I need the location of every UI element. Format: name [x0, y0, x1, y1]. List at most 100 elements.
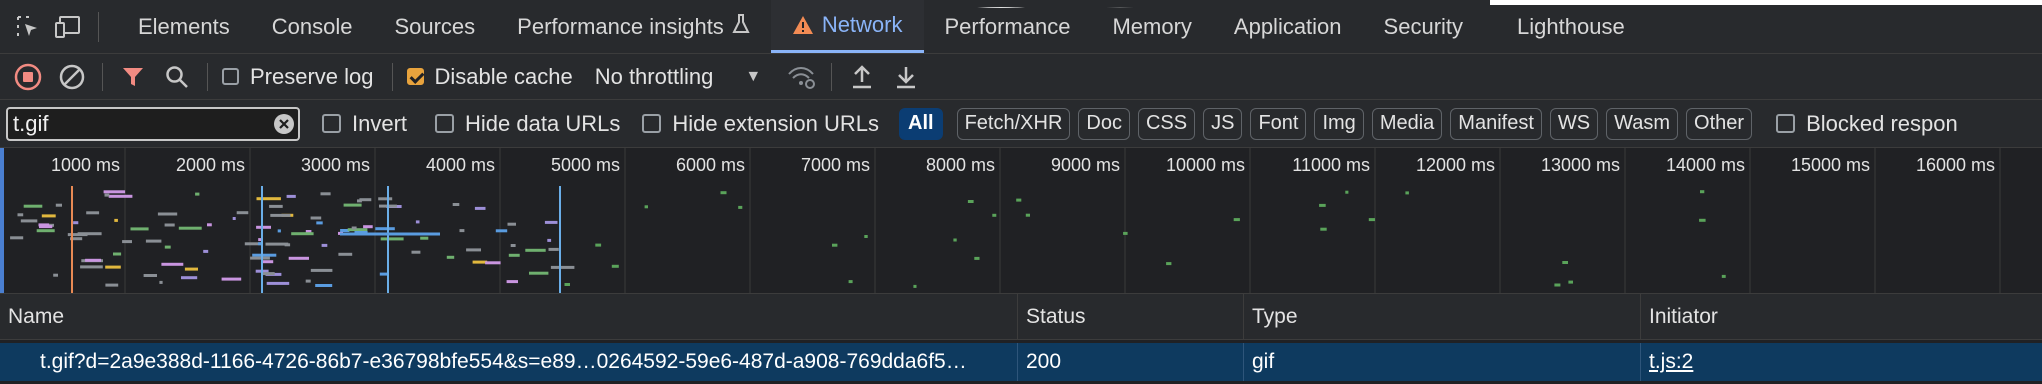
search-icon[interactable]	[155, 54, 199, 99]
overview-request-bar	[525, 248, 546, 252]
type-filter-doc[interactable]: Doc	[1078, 107, 1130, 140]
initiator-link[interactable]: t.js:2	[1649, 350, 1693, 374]
type-filter-font[interactable]: Font	[1250, 107, 1307, 140]
tab-network[interactable]: Network	[770, 0, 924, 53]
tab-console[interactable]: Console	[251, 0, 374, 53]
clear-icon[interactable]	[50, 54, 94, 99]
overview-request-bar	[80, 265, 103, 269]
type-filter-js[interactable]: JS	[1203, 107, 1243, 140]
type-filter-fetch-xhr[interactable]: Fetch/XHR	[956, 107, 1071, 140]
type-filter-other[interactable]: Other	[1686, 107, 1753, 140]
checkbox-box[interactable]	[1776, 114, 1796, 133]
network-conditions-icon[interactable]	[779, 54, 823, 99]
overview-request-bar	[378, 197, 393, 201]
overview-range-handle[interactable]	[0, 148, 4, 293]
overview-request-bar	[256, 197, 281, 201]
type-filter-img[interactable]: Img	[1314, 107, 1364, 140]
type-filter-manifest[interactable]: Manifest	[1450, 107, 1542, 140]
tab-elements[interactable]: Elements	[117, 0, 251, 53]
checkbox-box[interactable]	[435, 114, 455, 133]
overview-request-bar	[23, 204, 43, 208]
disable-cache-checkbox[interactable]: Disable cache	[406, 64, 573, 90]
column-header-initiator[interactable]: Initiator	[1641, 294, 2042, 339]
overview-request-bar	[1562, 261, 1568, 264]
type-filter-ws[interactable]: WS	[1549, 107, 1599, 140]
toolbar-divider	[207, 62, 208, 91]
overview-request-bar	[86, 211, 100, 215]
overview-request-bar	[1568, 280, 1573, 284]
overview-request-bar	[1166, 262, 1172, 266]
overview-request-bar	[974, 256, 980, 260]
overview-request-bar	[338, 252, 353, 256]
tab-performance-insights[interactable]: Performance insights	[496, 0, 771, 53]
overview-request-bar	[1016, 198, 1022, 202]
checkbox-box-checked[interactable]	[406, 68, 424, 85]
overview-request-bar	[611, 264, 619, 268]
overview-request-bar	[1233, 218, 1240, 222]
overview-request-bar	[305, 279, 311, 283]
preserve-log-checkbox[interactable]: Preserve log	[222, 64, 374, 90]
table-row[interactable]: t.gif?d=2a9e388d-1166-4726-86b7-e36798bf…	[0, 343, 2042, 381]
overview-request-bar	[130, 227, 149, 231]
device-toolbar-icon[interactable]	[48, 0, 88, 53]
export-har-icon[interactable]	[884, 54, 928, 99]
filter-icon[interactable]	[111, 54, 155, 99]
type-filter-media[interactable]: Media	[1371, 107, 1443, 140]
type-filter-all[interactable]: All	[899, 107, 943, 140]
overview-request-bar	[446, 255, 455, 259]
checkbox-box[interactable]	[322, 114, 341, 133]
column-header-status[interactable]: Status	[1018, 294, 1244, 339]
hide-data-urls-checkbox[interactable]: Hide data URLs	[435, 111, 620, 137]
page-content-peek	[940, 0, 1490, 8]
overview-request-bar	[379, 272, 388, 276]
overview-request-bar	[316, 221, 323, 225]
clear-filter-icon[interactable]	[273, 113, 295, 135]
checkbox-label: Hide data URLs	[465, 110, 621, 136]
hide-extension-urls-checkbox[interactable]: Hide extension URLs	[642, 111, 879, 137]
overview-request-bar	[1319, 203, 1326, 207]
overview-request-bar	[178, 226, 202, 230]
throttling-select[interactable]: No throttling ▼	[595, 64, 761, 90]
invert-checkbox[interactable]: Invert	[322, 111, 407, 137]
column-header-name[interactable]: Name	[0, 294, 1018, 339]
network-overview-timeline[interactable]: 1000 ms 2000 ms 3000 ms 4000 ms 5000 ms 6000 …	[0, 148, 2042, 294]
overview-request-bar	[67, 233, 88, 237]
filter-input[interactable]: t.gif	[6, 106, 300, 141]
checkbox-box[interactable]	[642, 114, 662, 133]
stop-recording-icon[interactable]	[6, 54, 50, 99]
overview-tick-label: 6000 ms	[676, 155, 745, 175]
column-header-type[interactable]: Type	[1244, 294, 1641, 339]
overview-request-bar	[547, 238, 552, 242]
tab-sources[interactable]: Sources	[373, 0, 496, 53]
header-label: Initiator	[1649, 304, 1718, 328]
overview-request-bar	[73, 221, 79, 225]
overview-request-bar	[864, 235, 868, 238]
request-name-cell[interactable]: t.gif?d=2a9e388d-1166-4726-86b7-e36798bf…	[0, 343, 1018, 381]
filter-input-value[interactable]: t.gif	[13, 111, 48, 137]
overview-request-bar	[17, 213, 24, 217]
overview-request-bar	[411, 250, 421, 254]
type-filter-css[interactable]: CSS	[1137, 107, 1196, 140]
overview-request-bar	[105, 283, 119, 287]
overview-request-bar	[472, 260, 488, 264]
overview-tick-label: 4000 ms	[426, 155, 495, 175]
checkbox-box[interactable]	[222, 68, 239, 85]
chevron-down-icon: ▼	[745, 67, 762, 85]
header-label: Name	[8, 304, 65, 328]
overview-tick-label: 15000 ms	[1791, 155, 1870, 175]
overview-tick-label: 8000 ms	[926, 155, 995, 175]
overview-tick-label: 10000 ms	[1166, 155, 1245, 175]
overview-tick-label: 5000 ms	[551, 155, 620, 175]
overview-request-bar	[1345, 190, 1349, 194]
overview-request-bar	[85, 258, 101, 262]
overview-request-bar	[595, 243, 602, 247]
request-status-cell: 200	[1018, 343, 1244, 381]
inspect-element-icon[interactable]	[8, 0, 48, 53]
type-filter-wasm[interactable]: Wasm	[1606, 107, 1679, 140]
import-har-icon[interactable]	[840, 54, 884, 99]
overview-request-bar	[203, 249, 209, 253]
tab-lighthouse[interactable]: Lighthouse	[1496, 0, 1646, 53]
overview-tick-label: 16000 ms	[1916, 155, 1995, 175]
checkbox-label: Invert	[352, 110, 408, 136]
blocked-responses-checkbox[interactable]: Blocked respon	[1776, 111, 1958, 137]
